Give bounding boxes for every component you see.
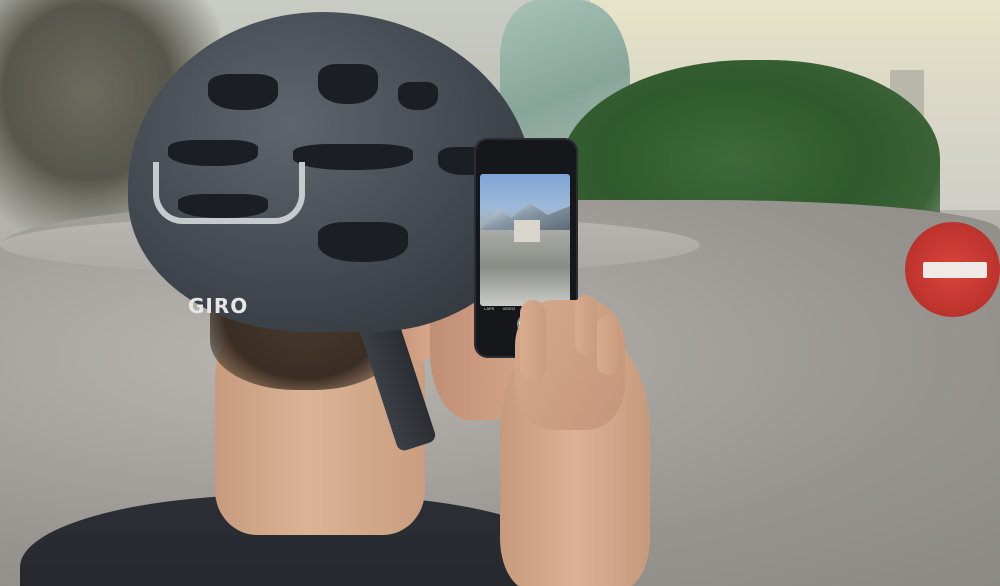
camera-mode: LAPS bbox=[484, 306, 495, 311]
viewfinder-building bbox=[514, 220, 540, 242]
bike-helmet: GIRO bbox=[128, 12, 533, 332]
helmet-vent bbox=[178, 194, 268, 218]
camera-mode: VIDEO bbox=[502, 306, 516, 311]
finger bbox=[597, 315, 619, 375]
helmet-vent bbox=[318, 64, 378, 104]
helmet-vent bbox=[398, 82, 438, 110]
camera-viewfinder bbox=[480, 174, 570, 306]
helmet-vent bbox=[293, 144, 413, 170]
finger bbox=[575, 295, 597, 355]
right-hand bbox=[515, 295, 625, 430]
helmet-vent bbox=[208, 74, 278, 110]
photo-scene: GIRO LAPS VIDEO PHOTO PORTRAIT bbox=[0, 0, 1000, 586]
thumb bbox=[520, 300, 546, 380]
no-entry-sign bbox=[905, 222, 1000, 317]
helmet-brand-logo: GIRO bbox=[188, 294, 249, 318]
sign-bar bbox=[923, 262, 987, 278]
helmet-vent bbox=[318, 222, 408, 262]
